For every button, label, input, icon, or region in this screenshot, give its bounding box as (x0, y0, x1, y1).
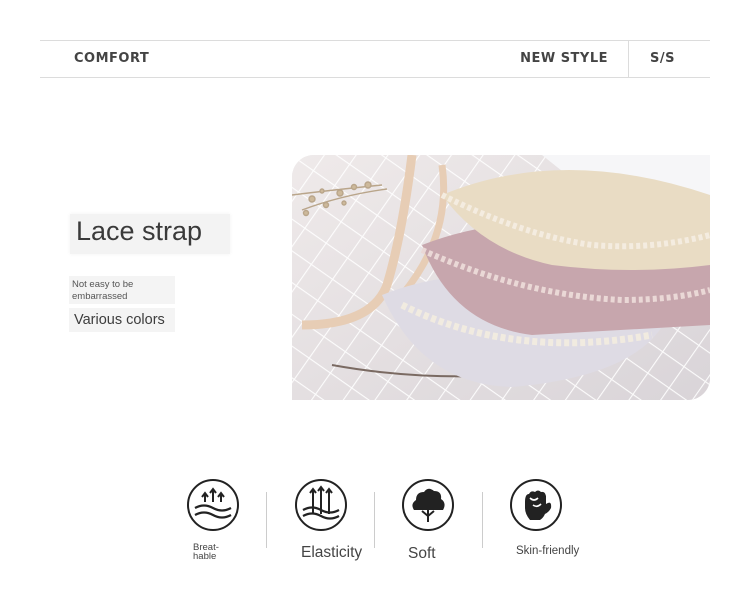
feature-label-breathable: Breat- hable (193, 542, 219, 562)
header-divider (628, 41, 629, 77)
season-label: S/S (650, 51, 675, 66)
product-photo (292, 155, 710, 400)
feature-label-elasticity: Elasticity (301, 544, 363, 561)
feature-label-soft: Soft (408, 545, 436, 562)
product-title: Lace strap (76, 216, 203, 246)
header-bar: COMFORT NEW STYLE S/S (40, 40, 710, 78)
feature-soft (401, 478, 455, 532)
feature-divider (482, 492, 483, 548)
feature-breathable (186, 478, 240, 532)
feature-divider (374, 492, 375, 548)
feature-elasticity (294, 478, 348, 532)
feature-label-skin-friendly: Skin-friendly (516, 545, 580, 557)
skin-friendly-hand-icon (510, 479, 562, 531)
comfort-label: COMFORT (74, 51, 150, 66)
feature-skin-friendly (509, 478, 563, 532)
colors-text: Various colors (74, 312, 165, 328)
elasticity-icon (295, 479, 347, 531)
soft-cloud-icon (402, 479, 454, 531)
breathable-icon (187, 479, 239, 531)
new-style-label: NEW STYLE (520, 51, 608, 66)
product-note: Not easy to be embarrassed (72, 279, 134, 302)
feature-divider (266, 492, 267, 548)
